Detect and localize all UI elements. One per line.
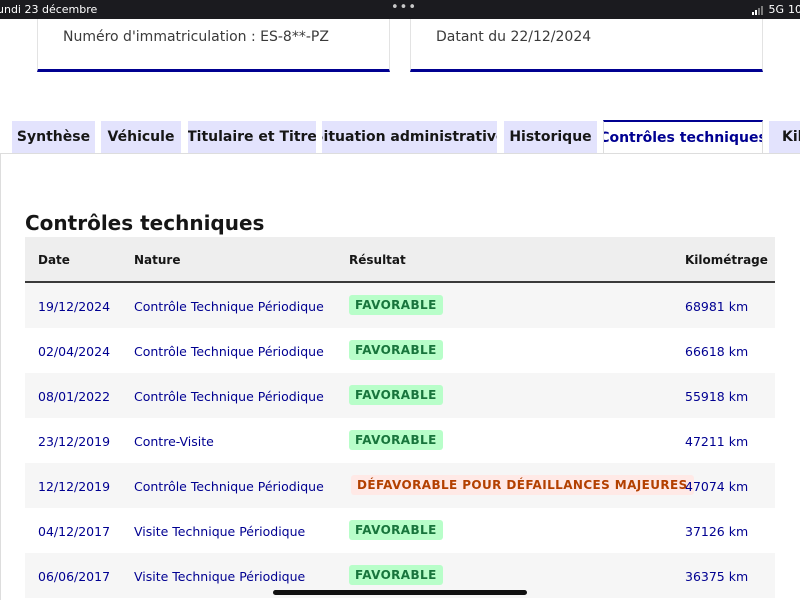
cell-nature: Visite Technique Périodique — [134, 524, 306, 539]
cell-date: 19/12/2024 — [38, 299, 111, 314]
tab-vehicule[interactable]: Véhicule — [101, 121, 181, 153]
multitasking-dots-icon[interactable]: ••• — [391, 0, 417, 15]
cell-date: 02/04/2024 — [38, 344, 111, 359]
table-row: 19/12/2024 Contrôle Technique Périodique… — [25, 283, 775, 328]
tab-synthese[interactable]: Synthèse — [12, 121, 95, 153]
status-bar: undi 23 décembre ••• 5G 10 — [0, 0, 800, 19]
report-date: Datant du 22/12/2024 — [436, 29, 592, 45]
result-badge: FAVORABLE — [349, 385, 443, 405]
battery-level: 10 — [788, 3, 800, 16]
cell-mileage: 55918 km — [685, 389, 749, 404]
cell-mileage: 68981 km — [685, 299, 749, 314]
section-title: Contrôles techniques — [25, 211, 265, 235]
tab-titulaire-et-titre[interactable]: Titulaire et Titre — [188, 121, 316, 153]
registration-card: Numéro d'immatriculation : ES-8**-PZ — [37, 19, 390, 72]
tab-historique[interactable]: Historique — [504, 121, 597, 153]
cell-date: 08/01/2022 — [38, 389, 111, 404]
cell-date: 12/12/2019 — [38, 479, 111, 494]
summary-area: Numéro d'immatriculation : ES-8**-PZ Dat… — [0, 19, 800, 124]
tab-situation-administrative[interactable]: Situation administrative — [322, 121, 497, 153]
table-row: 04/12/2017 Visite Technique Périodique F… — [25, 508, 775, 553]
cell-mileage: 47074 km — [685, 479, 749, 494]
table-row: 12/12/2019 Contrôle Technique Périodique… — [25, 463, 775, 508]
cell-date: 06/06/2017 — [38, 569, 111, 584]
technical-inspections-table: Date Nature Résultat Kilométrage 19/12/2… — [25, 237, 775, 598]
network-label: 5G — [768, 3, 784, 16]
cell-nature: Visite Technique Périodique — [134, 569, 306, 584]
cell-mileage: 66618 km — [685, 344, 749, 359]
cell-date: 23/12/2019 — [38, 434, 111, 449]
signal-strength-icon — [752, 5, 764, 15]
cell-mileage: 47211 km — [685, 434, 749, 449]
date-card: Datant du 22/12/2024 — [410, 19, 763, 72]
panel-border — [0, 153, 1, 600]
result-badge: FAVORABLE — [349, 520, 443, 540]
tab-kilometrage[interactable]: Kilo — [769, 121, 800, 153]
tab-bar: Synthèse Véhicule Titulaire et Titre Sit… — [0, 120, 800, 154]
result-badge: FAVORABLE — [349, 340, 443, 360]
cell-nature: Contrôle Technique Périodique — [134, 299, 324, 314]
home-indicator[interactable] — [273, 590, 527, 595]
header-nature: Nature — [134, 253, 181, 267]
header-result: Résultat — [349, 253, 406, 267]
cell-nature: Contrôle Technique Périodique — [134, 344, 324, 359]
cell-mileage: 36375 km — [685, 569, 749, 584]
result-badge: FAVORABLE — [349, 565, 443, 585]
status-indicators: 5G 10 — [752, 3, 800, 16]
result-badge: DÉFAVORABLE POUR DÉFAILLANCES MAJEURES — [351, 475, 694, 495]
table-row: 02/04/2024 Contrôle Technique Périodique… — [25, 328, 775, 373]
cell-nature: Contrôle Technique Périodique — [134, 479, 324, 494]
tab-controles-techniques[interactable]: Contrôles techniques — [603, 120, 763, 154]
table-row: 08/01/2022 Contrôle Technique Périodique… — [25, 373, 775, 418]
cell-nature: Contrôle Technique Périodique — [134, 389, 324, 404]
cell-mileage: 37126 km — [685, 524, 749, 539]
result-badge: FAVORABLE — [349, 430, 443, 450]
header-date: Date — [38, 253, 70, 267]
result-badge: FAVORABLE — [349, 295, 443, 315]
table-header: Date Nature Résultat Kilométrage — [25, 237, 775, 283]
table-row: 23/12/2019 Contre-Visite FAVORABLE 47211… — [25, 418, 775, 463]
cell-nature: Contre-Visite — [134, 434, 214, 449]
registration-number: Numéro d'immatriculation : ES-8**-PZ — [63, 29, 329, 45]
status-date: undi 23 décembre — [0, 3, 98, 16]
header-mileage: Kilométrage — [685, 253, 768, 267]
table-body: 19/12/2024 Contrôle Technique Périodique… — [25, 283, 775, 598]
cell-date: 04/12/2017 — [38, 524, 111, 539]
